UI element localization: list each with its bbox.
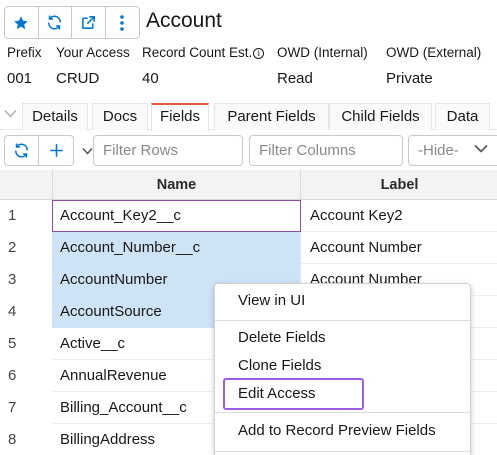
object-meta: Prefix 001 Your Access CRUD Record Count… <box>0 44 497 92</box>
meta-value: 001 <box>7 70 33 87</box>
hide-select-value: -Hide- <box>418 142 459 159</box>
menu-item-add-to-record-preview[interactable]: Add to Record Preview Fields <box>215 419 472 443</box>
context-menu: View in UI Delete Fields Clone Fields Ed… <box>214 283 472 455</box>
reload-grid-button[interactable] <box>5 136 40 165</box>
name-cell[interactable]: Account_Key2__c <box>52 200 301 232</box>
meta-record-count: Record Count Est. i 40 <box>142 44 265 88</box>
more-vertical-icon <box>120 14 125 31</box>
meta-owd-internal: OWD (Internal) Read <box>277 44 368 88</box>
name-cell[interactable]: Account_Number__c <box>52 232 301 264</box>
refresh-button[interactable] <box>39 7 72 38</box>
meta-value: CRUD <box>56 70 100 87</box>
favorite-button[interactable] <box>5 7 39 38</box>
row-number: 3 <box>0 264 52 296</box>
meta-label: Prefix <box>7 45 42 60</box>
row-number: 6 <box>0 360 52 392</box>
hide-select[interactable]: -Hide- <box>408 135 497 166</box>
tab-parent-fields[interactable]: Parent Fields <box>214 103 329 130</box>
filter-columns-input[interactable]: Filter Columns <box>249 135 403 166</box>
grid-header: Name Label <box>0 170 497 200</box>
grid-toolbar: Filter Rows Filter Columns -Hide- <box>0 134 497 168</box>
meta-value: Private <box>386 70 433 87</box>
add-field-button[interactable] <box>39 136 73 165</box>
refresh-icon <box>48 15 62 30</box>
filter-rows-input[interactable]: Filter Rows <box>93 135 243 166</box>
external-link-icon <box>81 16 95 29</box>
meta-label: OWD (Internal) <box>277 45 368 60</box>
object-header: Account <box>0 0 497 44</box>
object-title: Account <box>146 9 222 32</box>
chevron-down-icon <box>81 147 93 155</box>
tab-child-fields[interactable]: Child Fields <box>329 103 432 130</box>
table-row: 2 Account_Number__c Account Number <box>0 232 497 264</box>
row-number: 5 <box>0 328 52 360</box>
column-header-name[interactable]: Name <box>52 170 301 200</box>
meta-value: 40 <box>142 70 159 87</box>
row-number: 8 <box>0 424 52 455</box>
menu-item-edit-access[interactable]: Edit Access <box>215 382 472 406</box>
meta-label: Record Count Est. <box>142 45 253 60</box>
chevron-down-icon <box>474 144 488 153</box>
meta-label: OWD (External) <box>386 45 482 60</box>
open-external-button[interactable] <box>72 7 106 38</box>
row-number: 2 <box>0 232 52 264</box>
meta-prefix: Prefix 001 <box>7 44 42 88</box>
menu-item-view-in-ui[interactable]: View in UI <box>215 289 472 313</box>
menu-divider <box>215 320 472 321</box>
more-actions-button[interactable] <box>106 7 139 38</box>
label-cell[interactable]: Account Key2 <box>302 200 497 232</box>
tab-fields[interactable]: Fields <box>151 103 209 131</box>
tab-details[interactable]: Details <box>22 103 88 130</box>
tab-docs[interactable]: Docs <box>92 103 148 130</box>
row-number: 4 <box>0 296 52 328</box>
collapse-chevron-icon[interactable] <box>4 109 17 119</box>
info-icon[interactable]: i <box>253 48 265 59</box>
row-number: 1 <box>0 200 52 232</box>
meta-access: Your Access CRUD <box>56 44 130 88</box>
menu-item-delete-fields[interactable]: Delete Fields <box>215 326 472 350</box>
column-header-label[interactable]: Label <box>302 170 497 200</box>
header-action-group <box>4 6 140 39</box>
menu-divider <box>215 451 472 452</box>
table-row: 1 Account_Key2__c Account Key2 <box>0 200 497 232</box>
star-icon <box>14 15 28 29</box>
refresh-icon <box>15 143 28 158</box>
menu-divider <box>215 412 472 413</box>
meta-value: Read <box>277 70 313 87</box>
tab-data[interactable]: Data <box>435 103 490 130</box>
menu-item-clone-fields[interactable]: Clone Fields <box>215 354 472 378</box>
grid-action-group <box>4 135 74 166</box>
plus-icon <box>49 144 63 157</box>
tab-bar: Details Docs Fields Parent Fields Child … <box>0 103 497 131</box>
row-number: 7 <box>0 392 52 424</box>
label-cell[interactable]: Account Number <box>302 232 497 264</box>
meta-owd-external: OWD (External) Private <box>386 44 481 88</box>
meta-label: Your Access <box>56 45 130 60</box>
